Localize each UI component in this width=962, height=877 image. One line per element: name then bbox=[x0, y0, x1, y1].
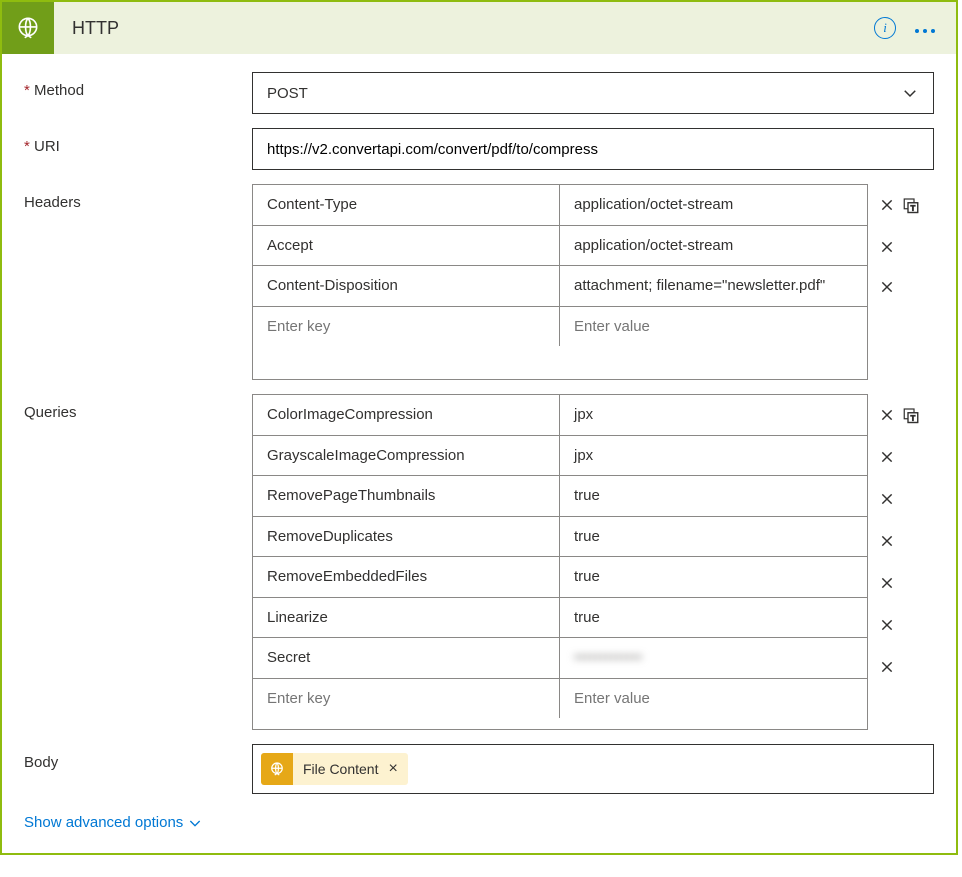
dynamic-content-pill[interactable]: File Content × bbox=[261, 753, 408, 785]
kv-value[interactable]: ••••••••••••• bbox=[560, 638, 867, 678]
kv-key-placeholder[interactable]: Enter key bbox=[253, 307, 560, 347]
uri-input[interactable] bbox=[252, 128, 934, 170]
more-menu-icon[interactable] bbox=[914, 17, 936, 40]
kv-value[interactable]: true bbox=[560, 517, 867, 557]
delete-icon[interactable] bbox=[878, 278, 896, 296]
table-row: ColorImageCompressionjpx bbox=[253, 395, 867, 436]
row-action-slot: T bbox=[878, 394, 934, 436]
svg-text:T: T bbox=[911, 413, 916, 422]
action-header: HTTP i bbox=[2, 2, 956, 54]
row-action-slot bbox=[878, 562, 934, 604]
row-action-slot bbox=[878, 338, 934, 380]
delete-icon[interactable] bbox=[878, 574, 896, 592]
kv-value[interactable]: jpx bbox=[560, 395, 867, 435]
kv-key[interactable]: Content-Disposition bbox=[253, 266, 560, 306]
chevron-down-icon bbox=[901, 84, 919, 102]
info-icon[interactable]: i bbox=[874, 17, 896, 39]
http-action-card: HTTP i * Method POST * URI Headers bbox=[0, 0, 958, 855]
row-action-slot bbox=[878, 436, 934, 478]
kv-value[interactable]: true bbox=[560, 476, 867, 516]
delete-icon[interactable] bbox=[878, 406, 896, 424]
kv-value[interactable]: jpx bbox=[560, 436, 867, 476]
kv-value[interactable]: application/octet-stream bbox=[560, 226, 867, 266]
table-row: RemoveEmbeddedFilestrue bbox=[253, 557, 867, 598]
kv-value[interactable]: attachment; filename="newsletter.pdf" bbox=[560, 266, 867, 306]
row-action-slot bbox=[878, 604, 934, 646]
delete-icon[interactable] bbox=[878, 532, 896, 550]
method-value: POST bbox=[267, 85, 901, 102]
headers-label: Headers bbox=[24, 184, 252, 211]
table-row: Content-Dispositionattachment; filename=… bbox=[253, 266, 867, 307]
table-row: Secret••••••••••••• bbox=[253, 638, 867, 679]
table-row-placeholder: Enter keyEnter value bbox=[253, 679, 867, 719]
body-row: Body File Content × bbox=[24, 744, 934, 794]
kv-value-placeholder[interactable]: Enter value bbox=[560, 307, 867, 347]
headers-table: Content-Typeapplication/octet-streamAcce… bbox=[252, 184, 868, 380]
table-row-placeholder: Enter keyEnter value bbox=[253, 307, 867, 347]
row-action-slot bbox=[878, 646, 934, 688]
kv-key[interactable]: ColorImageCompression bbox=[253, 395, 560, 435]
row-action-slot bbox=[878, 688, 934, 730]
pill-remove-icon[interactable]: × bbox=[386, 760, 407, 778]
svg-text:T: T bbox=[911, 203, 916, 212]
table-row: Acceptapplication/octet-stream bbox=[253, 226, 867, 267]
delete-icon[interactable] bbox=[878, 616, 896, 634]
body-label: Body bbox=[24, 744, 252, 771]
headers-actions: T bbox=[868, 184, 934, 380]
table-row: Linearizetrue bbox=[253, 598, 867, 639]
row-action-slot: T bbox=[878, 184, 934, 226]
table-row: GrayscaleImageCompressionjpx bbox=[253, 436, 867, 477]
action-title: HTTP bbox=[72, 18, 874, 39]
chevron-down-icon bbox=[187, 815, 203, 831]
kv-value-placeholder[interactable]: Enter value bbox=[560, 679, 867, 719]
kv-key[interactable]: RemovePageThumbnails bbox=[253, 476, 560, 516]
queries-label: Queries bbox=[24, 394, 252, 421]
uri-row: * URI bbox=[24, 128, 934, 170]
kv-key[interactable]: RemoveDuplicates bbox=[253, 517, 560, 557]
globe-icon bbox=[15, 15, 41, 41]
delete-icon[interactable] bbox=[878, 196, 896, 214]
kv-value[interactable]: application/octet-stream bbox=[560, 185, 867, 225]
delete-icon[interactable] bbox=[878, 448, 896, 466]
kv-key[interactable]: Accept bbox=[253, 226, 560, 266]
kv-key-placeholder[interactable]: Enter key bbox=[253, 679, 560, 719]
queries-table: ColorImageCompressionjpxGrayscaleImageCo… bbox=[252, 394, 868, 730]
table-row: RemoveDuplicatestrue bbox=[253, 517, 867, 558]
uri-label: * URI bbox=[24, 128, 252, 155]
body-field[interactable]: File Content × bbox=[252, 744, 934, 794]
kv-key[interactable]: RemoveEmbeddedFiles bbox=[253, 557, 560, 597]
kv-value[interactable]: true bbox=[560, 598, 867, 638]
kv-key[interactable]: GrayscaleImageCompression bbox=[253, 436, 560, 476]
kv-value[interactable]: true bbox=[560, 557, 867, 597]
row-action-slot bbox=[878, 520, 934, 562]
row-action-slot bbox=[878, 478, 934, 520]
pill-label: File Content bbox=[293, 761, 386, 777]
headers-row: Headers Content-Typeapplication/octet-st… bbox=[24, 184, 934, 380]
pill-globe-icon bbox=[261, 753, 293, 785]
delete-icon[interactable] bbox=[878, 238, 896, 256]
kv-key[interactable]: Secret bbox=[253, 638, 560, 678]
delete-icon[interactable] bbox=[878, 658, 896, 676]
globe-icon-box bbox=[2, 2, 54, 54]
action-body: * Method POST * URI Headers Content-Type… bbox=[2, 54, 956, 853]
kv-key[interactable]: Content-Type bbox=[253, 185, 560, 225]
table-row: Content-Typeapplication/octet-stream bbox=[253, 185, 867, 226]
show-advanced-link[interactable]: Show advanced options bbox=[24, 814, 203, 831]
kv-key[interactable]: Linearize bbox=[253, 598, 560, 638]
row-action-slot bbox=[878, 226, 934, 268]
text-mode-toggle-icon[interactable]: T bbox=[902, 406, 920, 424]
row-action-slot bbox=[878, 268, 934, 338]
queries-row: Queries ColorImageCompressionjpxGrayscal… bbox=[24, 394, 934, 730]
text-mode-toggle-icon[interactable]: T bbox=[902, 196, 920, 214]
queries-actions: T bbox=[868, 394, 934, 730]
delete-icon[interactable] bbox=[878, 490, 896, 508]
method-row: * Method POST bbox=[24, 72, 934, 114]
method-select[interactable]: POST bbox=[252, 72, 934, 114]
table-row: RemovePageThumbnailstrue bbox=[253, 476, 867, 517]
method-label: * Method bbox=[24, 72, 252, 99]
